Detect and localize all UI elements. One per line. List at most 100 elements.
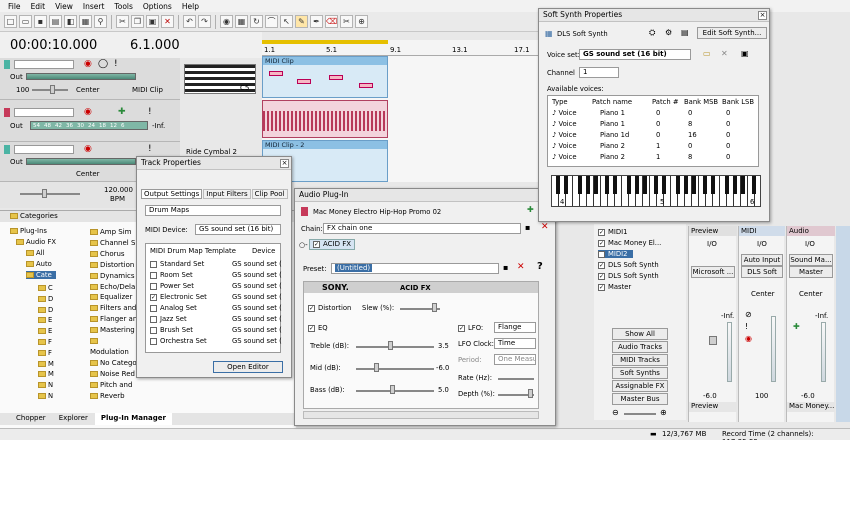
bass-slider[interactable] [356, 390, 434, 392]
fx-tab-acid[interactable]: ✓ ACID FX [309, 239, 356, 250]
menu-options[interactable]: Options [143, 2, 172, 11]
paint-icon[interactable]: ✒ [310, 15, 323, 28]
plugin-scrollbar[interactable] [303, 411, 539, 419]
routing-item[interactable]: ✓ DLS Soft Synth [598, 272, 659, 280]
cursor-icon[interactable]: ↖ [280, 15, 293, 28]
mute-icon[interactable]: ⊘ [745, 310, 752, 319]
routing-item[interactable]: ✓ MIDI1 [598, 228, 627, 236]
track-name-field[interactable] [14, 108, 74, 117]
open-editor-button[interactable]: Open Editor [213, 361, 283, 373]
menu-view[interactable]: View [55, 2, 73, 11]
bass-slider-knob[interactable] [390, 385, 395, 394]
drum-maps-select[interactable]: Drum Maps [145, 205, 281, 216]
tab-plugin-manager[interactable]: Plug-In Manager [94, 413, 172, 425]
solo-icon[interactable]: ! [114, 59, 118, 69]
record-arm-icon[interactable]: ◉ [745, 334, 752, 343]
plugin-item[interactable]: Equalizer [90, 292, 138, 303]
audio-clip[interactable] [262, 100, 388, 138]
properties-icon[interactable]: ▦ [79, 15, 92, 28]
midi-tracks-button[interactable]: MIDI Tracks [612, 354, 668, 366]
voice-set-select[interactable]: GS sound set (16 bit) [579, 49, 691, 60]
menu-edit[interactable]: Edit [31, 2, 46, 11]
save-all-icon[interactable]: ▤ [49, 15, 62, 28]
plugin-item[interactable]: Noise Red [90, 369, 138, 380]
track-name-field[interactable] [14, 145, 74, 154]
timeline-ruler[interactable]: 1.1 5.1 9.1 13.1 17.1 [262, 40, 540, 56]
save-icon[interactable]: ▪ [525, 223, 530, 232]
record-arm-icon[interactable]: ◉ [84, 107, 92, 117]
menu-insert[interactable]: Insert [83, 2, 105, 11]
volume-fader-knob[interactable] [50, 85, 55, 94]
solo-icon[interactable]: ! [148, 107, 152, 117]
lfo-toggle[interactable]: ✓ LFO: [458, 324, 483, 332]
plugin-item[interactable]: Pitch and [90, 380, 138, 391]
menu-help[interactable]: Help [182, 2, 199, 11]
plugin-item[interactable]: Mastering [90, 325, 138, 336]
routing-item[interactable]: ✓ Mac Money El... [598, 239, 661, 247]
depth-slider-knob[interactable] [528, 389, 533, 398]
keyboard[interactable]: 4 5 6 [551, 175, 761, 207]
lfo-select[interactable]: Flange [494, 322, 536, 333]
tree-item-selected[interactable]: Cate [26, 271, 56, 279]
undo-icon[interactable]: ↶ [183, 15, 196, 28]
master-bus-button[interactable]: Master Bus [612, 393, 668, 405]
preset-select[interactable]: (Untitled) [331, 263, 499, 274]
routing-item[interactable]: ✓ Master [598, 283, 631, 291]
loop-icon[interactable]: ↻ [250, 15, 263, 28]
plugin-item[interactable]: Distortion [90, 260, 138, 271]
tab-chopper[interactable]: Chopper [10, 413, 52, 425]
table-row[interactable]: Jazz Set [150, 315, 187, 323]
tab-input-filters[interactable]: Input Filters [203, 189, 251, 199]
redo-icon[interactable]: ↷ [198, 15, 211, 28]
midi-device-select[interactable]: GS sound set (16 bit) [195, 224, 281, 235]
mid-slider[interactable] [356, 368, 434, 370]
track-header-2[interactable]: ◉ ✚ ! Out 54 48 42 36 30 24 18 12 6 -Inf… [0, 100, 180, 142]
midi-clip-1[interactable]: MIDI Clip [262, 56, 388, 98]
voice-row[interactable]: ♪ Voice [552, 120, 577, 128]
rate-slider[interactable] [498, 378, 534, 380]
tree-item[interactable]: Plug-Ins [10, 227, 47, 235]
plugin-item[interactable]: Dynamics [90, 271, 138, 282]
synth-options-icon[interactable]: ⚙ [665, 28, 672, 37]
strip-output-button[interactable]: Master [789, 266, 833, 278]
delete-icon[interactable]: ✕ [161, 15, 174, 28]
tempo-fader[interactable] [20, 193, 80, 195]
routing-item-selected[interactable]: ✓ MIDI2 [598, 250, 634, 258]
zoom-out-icon[interactable]: ⊖ [612, 408, 619, 417]
treble-slider-knob[interactable] [388, 341, 393, 350]
channel-select[interactable]: 1 [579, 67, 619, 78]
delete-icon[interactable]: ✕ [721, 49, 728, 58]
strip-input-button[interactable]: Microsoft ... [691, 266, 735, 278]
record-arm-icon[interactable]: ◉ [84, 59, 92, 69]
edit-soft-synth-button[interactable]: Edit Soft Synth... [697, 27, 767, 39]
menu-tools[interactable]: Tools [114, 2, 132, 11]
track-name-field[interactable] [14, 60, 74, 69]
fx-icon[interactable]: ✚ [118, 107, 126, 117]
zoom-slider[interactable] [624, 413, 656, 415]
plugin-item[interactable]: No Catego [90, 358, 138, 369]
plugin-item[interactable]: Modulation [90, 336, 138, 358]
fx-icon[interactable]: ✚ [793, 322, 800, 331]
solo-icon[interactable]: ! [745, 322, 748, 331]
plugin-item[interactable]: Reverb [90, 391, 138, 402]
mute-icon[interactable]: ◯ [98, 59, 108, 69]
table-row[interactable]: Orchestra Set [150, 337, 207, 345]
paste-icon[interactable]: ▣ [146, 15, 159, 28]
tab-clip-pool[interactable]: Clip Pool [251, 189, 288, 199]
tempo-fader-knob[interactable] [42, 189, 47, 198]
table-row[interactable]: Power Set [150, 282, 194, 290]
copy-icon[interactable]: ❐ [131, 15, 144, 28]
fx-chain-icon[interactable]: ✚ [527, 205, 534, 214]
search-icon[interactable]: ⚲ [94, 15, 107, 28]
treble-slider[interactable] [356, 346, 434, 348]
timeline-area[interactable]: MIDI Clip MIDI Clip - 2 C5 Ride Cymbal 2 [184, 56, 540, 182]
tree-item[interactable]: Audio FX [16, 238, 56, 246]
slew-slider-knob[interactable] [432, 303, 437, 312]
period-select[interactable]: One Measure [494, 354, 536, 365]
voice-row[interactable]: ♪ Voice [552, 153, 577, 161]
tree-item[interactable]: Auto [26, 260, 52, 268]
save-preset-icon[interactable]: ▪ [503, 263, 508, 272]
tab-explorer[interactable]: Explorer [53, 413, 94, 425]
track-header-1[interactable]: ◉ ◯ ! Out 100 Center MIDI Clip [0, 58, 180, 100]
snap-icon[interactable]: ◉ [220, 15, 233, 28]
